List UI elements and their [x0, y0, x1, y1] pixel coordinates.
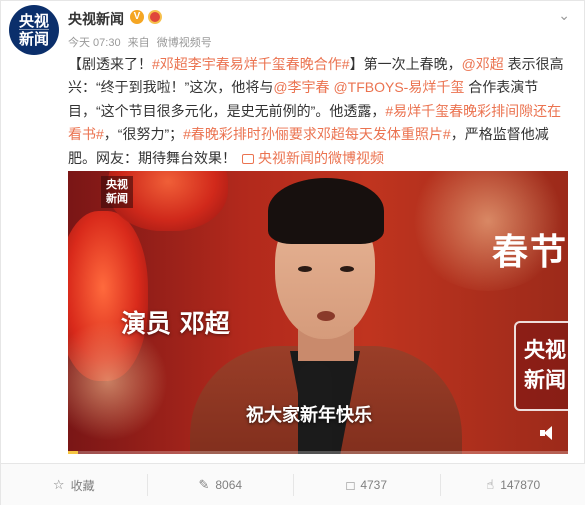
video-link-icon: [242, 153, 254, 164]
avatar-line2: 新闻: [18, 29, 49, 48]
comment-icon: □: [346, 477, 355, 493]
caption-subtitle: 祝大家新年快乐: [246, 405, 372, 426]
video-watermark: 央视 新闻: [101, 176, 133, 208]
repost-count: 8064: [215, 478, 243, 492]
like-button[interactable]: ☝ 147870: [441, 474, 585, 496]
comment-button[interactable]: □ 4737: [294, 474, 441, 496]
action-bar: ☆ 收藏 ✎ 8064 □ 4737 ☝ 147870: [1, 463, 585, 505]
source-prefix: 来自: [127, 37, 150, 49]
post-time[interactable]: 今天 07:30: [68, 37, 121, 49]
post-meta: 今天 07:30 来自 微博视频号: [68, 34, 216, 50]
text-segment: 【剧透来了！: [68, 56, 152, 72]
topic-link[interactable]: #春晚彩排时孙俪要求邓超每天发体重照片#: [183, 126, 451, 142]
corner-brand-logo: 央视 新闻: [514, 321, 568, 411]
eye: [298, 266, 312, 272]
eye: [340, 266, 354, 272]
post-text: 【剧透来了！#邓超李宇春易烊千玺春晚合作#】第一次上春晚，@邓超 表示很高兴：“…: [68, 53, 573, 170]
video-player[interactable]: 央视 新闻 春节 央视 新闻 演员 邓超 祝大家新年快乐: [68, 171, 568, 454]
mention-link[interactable]: @李宇春: [273, 79, 329, 95]
hair: [268, 178, 384, 244]
caption-role: 演员 邓超: [121, 309, 230, 338]
watermark-line1: 央视: [106, 179, 128, 191]
verified-badge-icon: V: [130, 10, 144, 24]
text-segment: ，“很努力”；: [103, 126, 184, 143]
weibo-post-card: 央视 新闻 央视新闻 V ⌄ 今天 07:30 来自 微博视频号 【剧透来了！#…: [0, 0, 585, 505]
video-progress-bar[interactable]: [68, 451, 568, 454]
favorite-button[interactable]: ☆ 收藏: [1, 474, 148, 496]
mention-link[interactable]: @邓超: [462, 56, 504, 72]
topic-link[interactable]: #邓超李宇春易烊千玺春晚合作#: [152, 56, 350, 72]
corner-brand-line1: 央视: [524, 339, 566, 362]
mouth: [317, 311, 335, 321]
favorite-label: 收藏: [70, 478, 95, 493]
video-progress-fill: [68, 451, 78, 454]
like-count: 147870: [500, 478, 541, 492]
corner-brand-line2: 新闻: [524, 369, 566, 392]
comment-count: 4737: [360, 478, 388, 492]
volume-icon[interactable]: [540, 426, 556, 440]
post-source[interactable]: 微博视频号: [157, 37, 212, 49]
repost-icon: ✎: [198, 477, 210, 492]
backdrop-text: 春节: [491, 232, 568, 273]
avatar[interactable]: 央视 新闻: [9, 5, 59, 55]
video-link[interactable]: 央视新闻的微博视频: [258, 150, 384, 166]
star-icon: ☆: [52, 477, 65, 492]
thumbs-up-icon: ☝: [486, 477, 495, 492]
author-name[interactable]: 央视新闻: [68, 9, 124, 29]
text-segment: 】第一次上春晚，: [349, 56, 462, 72]
mention-link[interactable]: @TFBOYS-易烊千玺: [333, 79, 464, 95]
medal-icon: [148, 10, 162, 24]
avatar-line1: 央视: [18, 12, 49, 30]
watermark-line2: 新闻: [106, 193, 128, 205]
chevron-down-icon[interactable]: ⌄: [558, 7, 570, 24]
repost-button[interactable]: ✎ 8064: [148, 474, 294, 496]
